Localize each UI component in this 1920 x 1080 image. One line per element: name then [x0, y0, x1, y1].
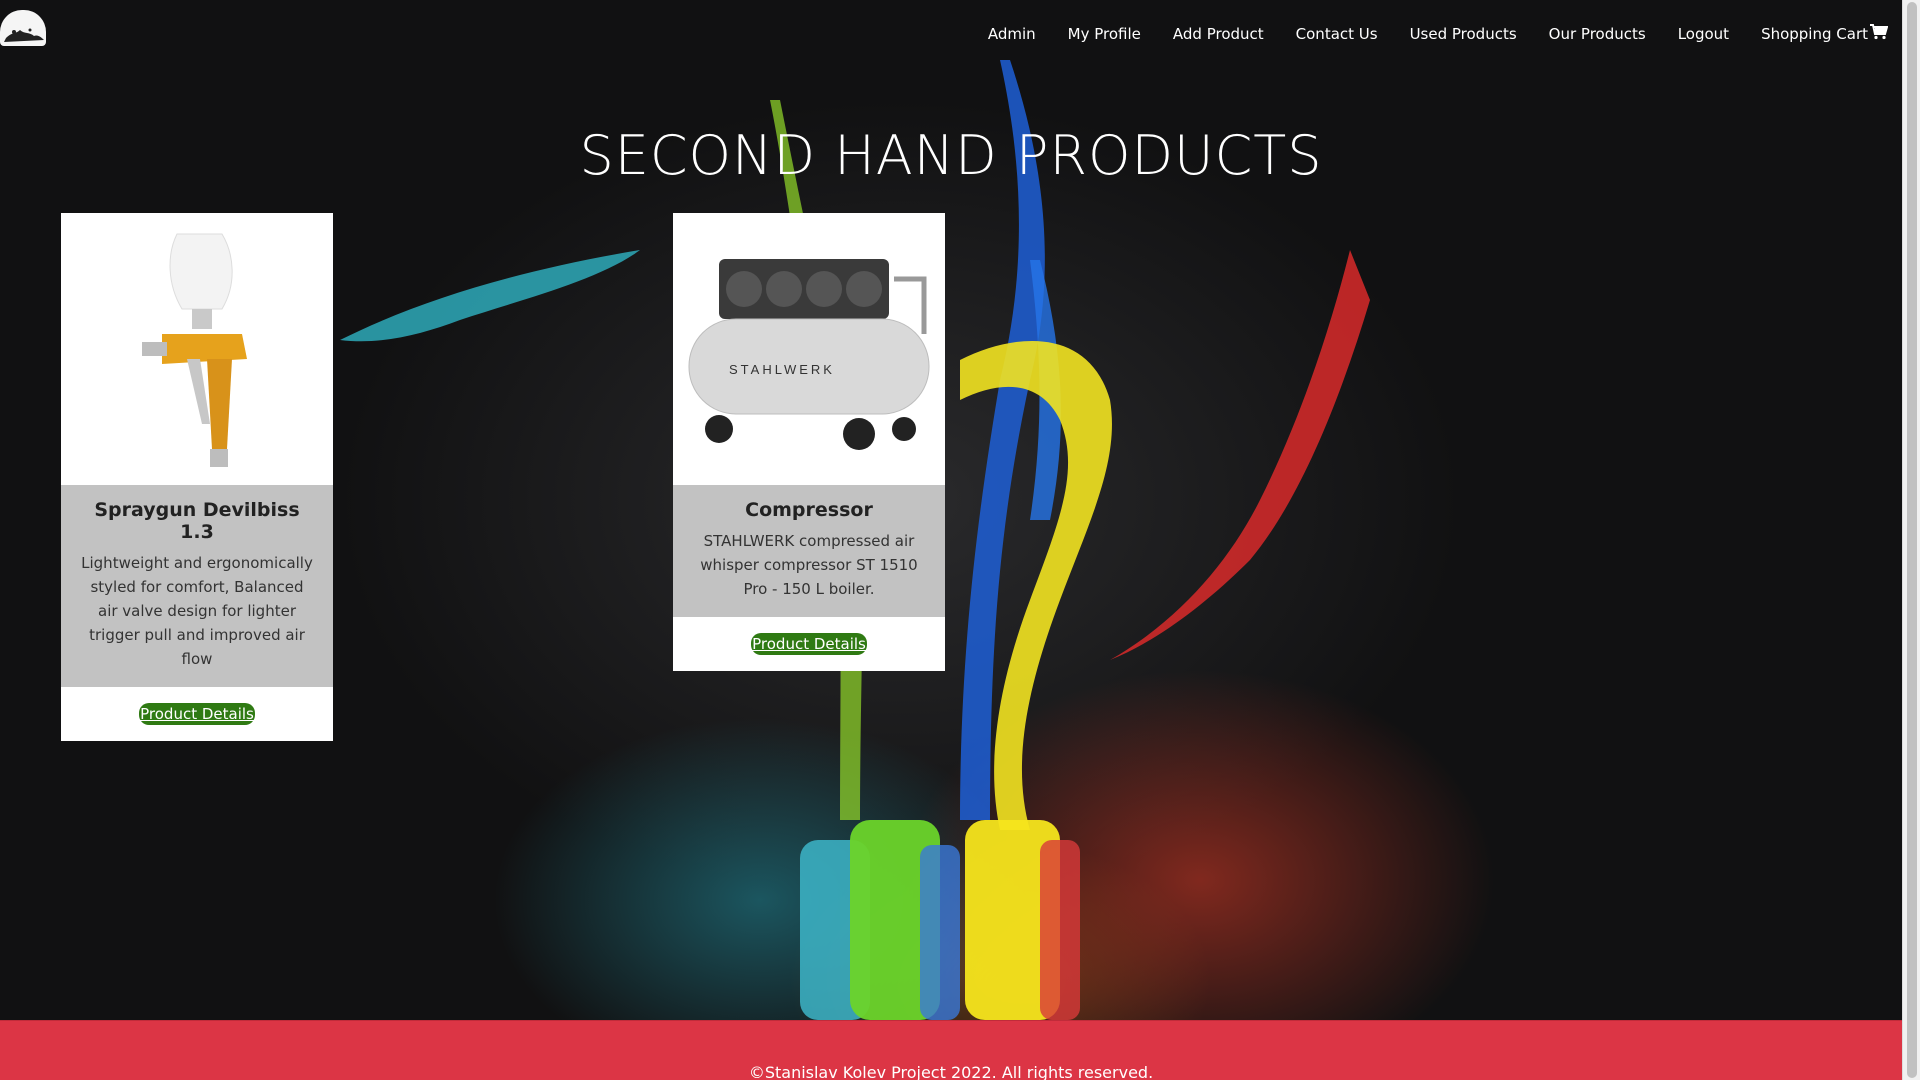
nav-link-contact-us[interactable]: Contact Us [1296, 24, 1378, 44]
product-title: Compressor [745, 499, 873, 521]
product-card-footer: Product Details [673, 617, 945, 671]
product-details-button[interactable]: Product Details [751, 633, 867, 655]
air-compressor-image: STAHLWERK [673, 213, 945, 485]
nav-link-shopping-cart-label: Shopping Cart [1761, 25, 1868, 43]
nav-link-our-products[interactable]: Our Products [1549, 24, 1646, 44]
product-card: Spraygun Devilbiss 1.3 Lightweight and e… [61, 213, 333, 741]
nav-link-add-product[interactable]: Add Product [1173, 24, 1264, 44]
shopping-cart-icon [1870, 24, 1889, 44]
scrollbar-thumb[interactable] [1907, 2, 1917, 1078]
nav-link-used-products[interactable]: Used Products [1410, 24, 1517, 44]
nav-links: Admin My Profile Add Product Contact Us … [956, 24, 1889, 44]
product-card-body: Compressor STAHLWERK compressed air whis… [673, 485, 945, 617]
vertical-scrollbar[interactable] [1902, 0, 1920, 1080]
product-card-body: Spraygun Devilbiss 1.3 Lightweight and e… [61, 485, 333, 687]
product-details-button[interactable]: Product Details [139, 703, 255, 725]
spray-gun-image [61, 213, 333, 485]
product-title: Spraygun Devilbiss 1.3 [94, 499, 300, 543]
page-title: SECOND HAND PRODUCTS [579, 124, 1323, 187]
nav-link-shopping-cart[interactable]: Shopping Cart [1761, 24, 1889, 44]
product-description: Lightweight and ergonomically styled for… [81, 554, 313, 668]
product-card-footer: Product Details [61, 687, 333, 741]
nav-link-my-profile[interactable]: My Profile [1068, 24, 1141, 44]
nav-link-admin[interactable]: Admin [988, 24, 1036, 44]
footer-copyright: ©Stanislav Kolev Project 2022. All right… [748, 1063, 1154, 1080]
compressor-brand-label: STAHLWERK [729, 362, 835, 377]
product-description: STAHLWERK compressed air whisper compres… [700, 532, 918, 598]
nav-link-logout[interactable]: Logout [1678, 24, 1729, 44]
footer: ©Stanislav Kolev Project 2022. All right… [0, 1020, 1902, 1080]
product-card: STAHLWERK Compressor STAHLWERK compresse… [673, 213, 945, 671]
navbar: Admin My Profile Add Product Contact Us … [0, 0, 1902, 72]
paint-splash-logo-icon[interactable] [0, 10, 46, 46]
